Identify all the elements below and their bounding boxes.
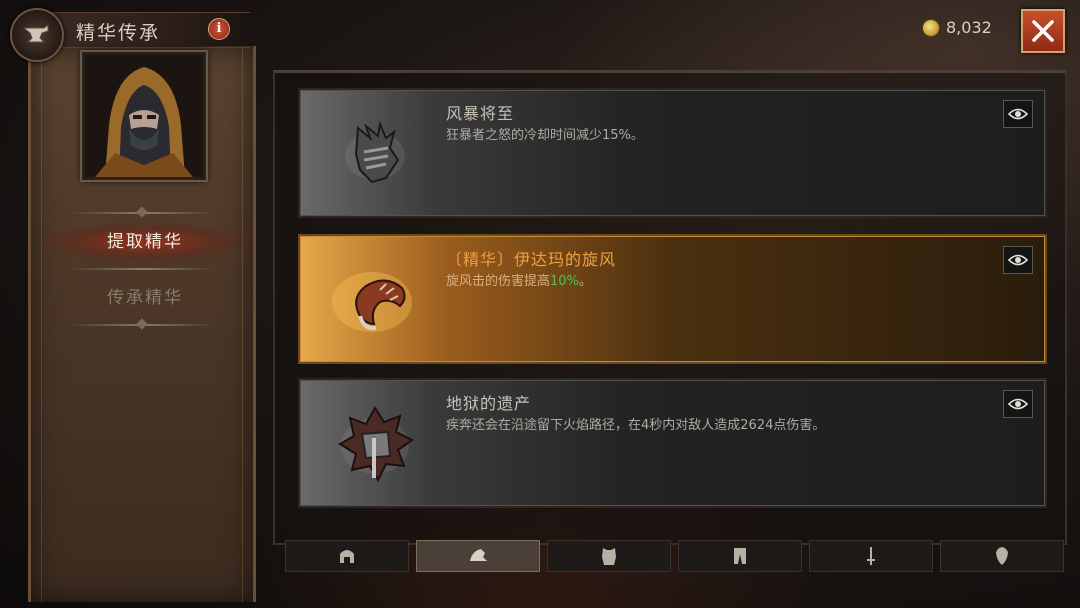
tab-helm[interactable] <box>285 540 409 572</box>
weapon-icon <box>867 547 875 565</box>
sidebar-item-extract-essence[interactable]: 提取精华 <box>40 222 250 262</box>
essence-description: 狂暴者之怒的冷却时间减少15%。 <box>446 128 644 143</box>
info-icon[interactable]: i <box>208 18 230 40</box>
gold-amount: 8,032 <box>946 18 992 37</box>
legs-icon <box>734 548 746 564</box>
close-button[interactable] <box>1021 9 1065 53</box>
helm-icon <box>340 550 354 563</box>
eye-button[interactable] <box>1003 100 1033 128</box>
nav-divider-top <box>70 206 216 218</box>
tab-legs[interactable] <box>678 540 802 572</box>
essence-description: 旋风击的伤害提高10%。 <box>446 270 592 289</box>
essence-title: 〔精华〕伊达玛的旋风 <box>446 250 617 269</box>
title-bar: 精华传承 i <box>10 8 280 62</box>
tab-offhand[interactable] <box>940 540 1064 572</box>
gauntlet-icon <box>330 108 420 198</box>
essence-card[interactable]: 风暴将至 狂暴者之怒的冷却时间减少15%。 <box>298 88 1047 218</box>
tab-shoulders[interactable] <box>416 540 540 572</box>
eye-button[interactable] <box>1003 390 1033 418</box>
essence-title: 风暴将至 <box>446 104 515 123</box>
eye-icon <box>1008 254 1028 266</box>
horn-icon <box>330 254 420 344</box>
essence-title: 地狱的遗产 <box>446 394 532 413</box>
chest-icon <box>602 548 616 565</box>
essence-card-selected[interactable]: 〔精华〕伊达玛的旋风 旋风击的伤害提高10%。 <box>298 234 1047 364</box>
tab-chest[interactable] <box>547 540 671 572</box>
character-portrait <box>82 52 206 180</box>
nav-divider-middle <box>70 268 216 270</box>
eye-icon <box>1008 398 1028 410</box>
spiked-shield-icon <box>330 398 420 488</box>
sidebar-item-inherit-essence[interactable]: 传承精华 <box>40 278 250 318</box>
close-icon <box>1032 20 1054 42</box>
eye-button[interactable] <box>1003 246 1033 274</box>
essence-desc-text: 旋风击的伤害提高 <box>446 274 551 289</box>
anvil-icon <box>10 8 64 62</box>
shoulder-icon <box>470 549 487 561</box>
gold-coin-icon <box>922 19 940 37</box>
nav-divider-bottom <box>70 318 216 330</box>
eye-icon <box>1008 108 1028 120</box>
page-title: 精华传承 <box>76 22 161 44</box>
tab-weapon[interactable] <box>809 540 933 572</box>
essence-description: 疾奔还会在沿途留下火焰路径，在4秒内对敌人造成2624点伤害。 <box>446 418 826 433</box>
equipment-tab-bar <box>285 540 1065 572</box>
essence-desc-end: 。 <box>578 274 592 289</box>
offhand-icon <box>996 547 1008 565</box>
essence-card[interactable]: 地狱的遗产 疾奔还会在沿途留下火焰路径，在4秒内对敌人造成2624点伤害。 <box>298 378 1047 508</box>
essence-desc-highlight: 10% <box>550 274 579 289</box>
